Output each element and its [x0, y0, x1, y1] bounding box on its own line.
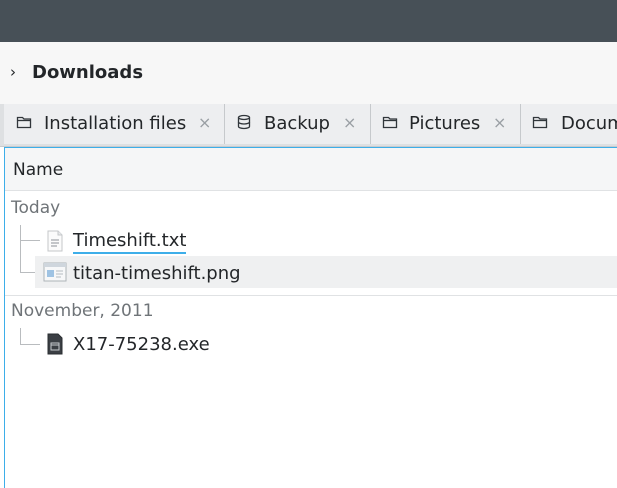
executable-file-icon — [46, 333, 64, 355]
column-header-label: Name — [13, 160, 64, 180]
tree-line — [20, 240, 40, 241]
image-file-icon — [43, 261, 67, 283]
column-header-name[interactable]: Name — [5, 148, 617, 191]
folder-icon — [382, 116, 398, 129]
breadcrumb-chevron-icon[interactable]: › — [10, 63, 16, 81]
tab-label: Pictures — [409, 113, 481, 134]
file-name-x17-75238-exe[interactable]: X17-75238.exe — [73, 334, 210, 355]
tree-line — [20, 328, 21, 344]
file-list-view[interactable]: Name Today Timeshift.txt titan-timeshift… — [4, 147, 617, 488]
group-header-today: Today — [11, 198, 61, 218]
text-file-icon — [46, 230, 64, 252]
window-titlebar[interactable] — [0, 0, 617, 42]
tab-label: Installation files — [44, 113, 187, 134]
close-tab-icon[interactable]: × — [343, 113, 356, 132]
breadcrumb-current-folder[interactable]: Downloads — [32, 62, 143, 83]
tree-line — [20, 225, 21, 272]
tab-label: Docum — [561, 113, 617, 134]
close-tab-icon[interactable]: × — [198, 113, 211, 132]
tab-pictures[interactable]: Pictures × — [371, 104, 521, 144]
close-tab-icon[interactable]: × — [493, 113, 506, 132]
tab-documents[interactable]: Docum — [521, 104, 617, 144]
tab-backup[interactable]: Backup × — [225, 104, 371, 144]
folder-icon — [532, 116, 548, 129]
tab-label: Backup — [264, 113, 330, 134]
tree-line — [20, 344, 40, 345]
file-name-titan-timeshift-png[interactable]: titan-timeshift.png — [73, 263, 241, 284]
database-icon — [237, 114, 251, 130]
group-separator — [5, 295, 617, 296]
file-name-timeshift-txt[interactable]: Timeshift.txt — [73, 230, 187, 254]
tab-bar: Installation files × Backup × Pictures ×… — [0, 104, 617, 147]
tab-installation-files[interactable]: Installation files × — [4, 104, 225, 144]
group-header-november-2011: November, 2011 — [11, 301, 154, 321]
folder-icon — [16, 116, 32, 129]
